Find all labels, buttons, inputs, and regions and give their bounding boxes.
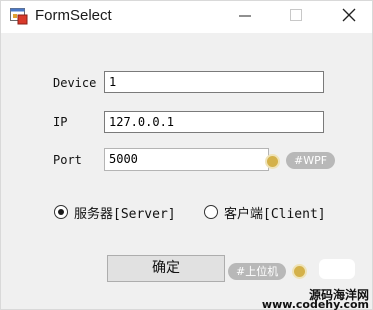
radio-server-circle[interactable] <box>54 205 68 219</box>
minimize-button[interactable] <box>227 1 271 31</box>
port-input[interactable]: 5000 <box>104 148 269 171</box>
ip-label: IP <box>53 115 68 129</box>
tag-wpf: #WPF <box>286 152 336 169</box>
close-button[interactable] <box>325 1 369 31</box>
maximize-icon <box>290 9 302 21</box>
tag-upper-computer: #上位机 <box>228 263 287 280</box>
maximize-button[interactable] <box>273 1 317 31</box>
blank-pill <box>319 259 355 279</box>
watermark-url: www.codehy.com <box>261 298 369 310</box>
form-app-icon <box>10 8 28 25</box>
radio-selected-dot <box>58 209 64 215</box>
radio-server-label: 服务器[Server] <box>74 207 176 222</box>
tag-dot-icon <box>292 264 307 279</box>
tag-dot-icon <box>265 154 280 169</box>
radio-client-label: 客户端[Client] <box>224 207 326 222</box>
title-bar[interactable]: FormSelect <box>1 1 372 33</box>
device-label: Device <box>53 76 97 90</box>
radio-client-circle[interactable] <box>204 205 218 219</box>
window-title: FormSelect <box>35 7 112 24</box>
radio-server[interactable]: 服务器[Server] <box>54 203 179 223</box>
port-label: Port <box>53 153 82 167</box>
minimize-icon <box>239 15 251 17</box>
close-icon <box>342 8 356 22</box>
device-input[interactable]: 1 <box>104 71 324 93</box>
ok-button[interactable]: 确定 <box>107 255 225 282</box>
radio-client[interactable]: 客户端[Client] <box>204 203 329 223</box>
ip-input[interactable]: 127.0.0.1 <box>104 111 324 133</box>
